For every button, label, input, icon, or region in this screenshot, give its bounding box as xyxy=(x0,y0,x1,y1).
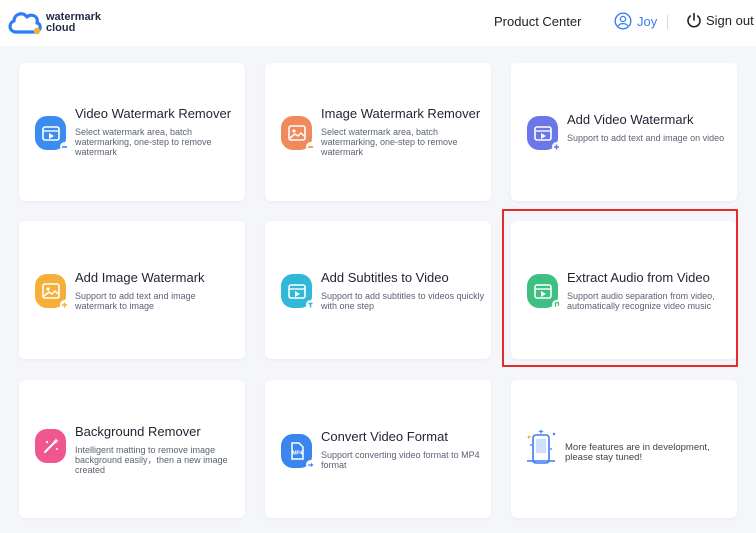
card-description: Support converting video format to MP4 f… xyxy=(321,450,480,470)
in-development-text: More features are in development, please… xyxy=(565,442,710,463)
card-add-image-watermark[interactable]: Add Image Watermark Support to add text … xyxy=(19,221,245,359)
card-add-subtitles[interactable]: Add Subtitles to Video Support to add su… xyxy=(265,221,491,359)
card-video-watermark-remover[interactable]: Video Watermark Remover Select watermark… xyxy=(19,63,245,201)
user-menu[interactable]: Joy xyxy=(614,12,657,30)
in-development-icon xyxy=(521,427,561,471)
app-logo[interactable]: watermark cloud xyxy=(6,6,106,40)
image-remove-icon xyxy=(281,116,315,151)
logo-text: watermark cloud xyxy=(46,12,101,34)
card-description: Select watermark area, batch watermarkin… xyxy=(321,127,458,157)
image-add-icon xyxy=(35,274,69,309)
card-title: Background Remover xyxy=(75,424,201,439)
card-description: Support to add text and image watermark … xyxy=(75,291,196,311)
card-title: Add Video Watermark xyxy=(567,112,694,127)
video-add-icon xyxy=(527,116,561,151)
card-title: Add Subtitles to Video xyxy=(321,270,449,285)
card-description: Support to add text and image on video xyxy=(567,133,725,143)
card-image-watermark-remover[interactable]: Image Watermark Remover Select watermark… xyxy=(265,63,491,201)
card-title: Video Watermark Remover xyxy=(75,106,232,121)
card-in-development: More features are in development, please… xyxy=(511,380,737,518)
card-extract-audio[interactable]: Extract Audio from Video Support audio s… xyxy=(511,221,737,359)
power-icon xyxy=(687,12,701,28)
user-icon xyxy=(614,12,632,30)
card-background-remover[interactable]: Background Remover Intelligent matting t… xyxy=(19,380,245,518)
card-description: Intelligent matting to remove image back… xyxy=(75,445,228,475)
card-title: Extract Audio from Video xyxy=(567,270,710,285)
video-remove-icon xyxy=(35,116,69,151)
card-title: Convert Video Format xyxy=(321,429,448,444)
audio-extract-icon xyxy=(527,274,561,309)
top-header: watermark cloud Product Center Joy Sign … xyxy=(0,0,756,46)
card-add-video-watermark[interactable]: Add Video Watermark Support to add text … xyxy=(511,63,737,201)
card-description: Support to add subtitles to videos quick… xyxy=(321,291,485,311)
card-description: Support audio separation from video, aut… xyxy=(567,291,715,311)
sign-out-button[interactable]: Sign out xyxy=(686,12,754,28)
card-convert-video-format[interactable]: MP4 Convert Video Format Support convert… xyxy=(265,380,491,518)
nav-divider xyxy=(667,15,668,29)
card-title: Add Image Watermark xyxy=(75,270,205,285)
logo-line-2: cloud xyxy=(46,22,76,34)
product-center-link[interactable]: Product Center xyxy=(494,14,581,29)
mp4-convert-icon: MP4 xyxy=(281,434,315,469)
subtitles-icon xyxy=(281,274,315,309)
sign-out-label: Sign out xyxy=(706,12,754,28)
background-remover-icon xyxy=(35,429,66,463)
cloud-logo-icon xyxy=(8,12,42,35)
user-name: Joy xyxy=(637,13,658,29)
card-title: Image Watermark Remover xyxy=(321,106,481,121)
mp4-icon-text: MP4 xyxy=(292,451,303,457)
card-description: Select watermark area, batch watermarkin… xyxy=(75,127,212,157)
